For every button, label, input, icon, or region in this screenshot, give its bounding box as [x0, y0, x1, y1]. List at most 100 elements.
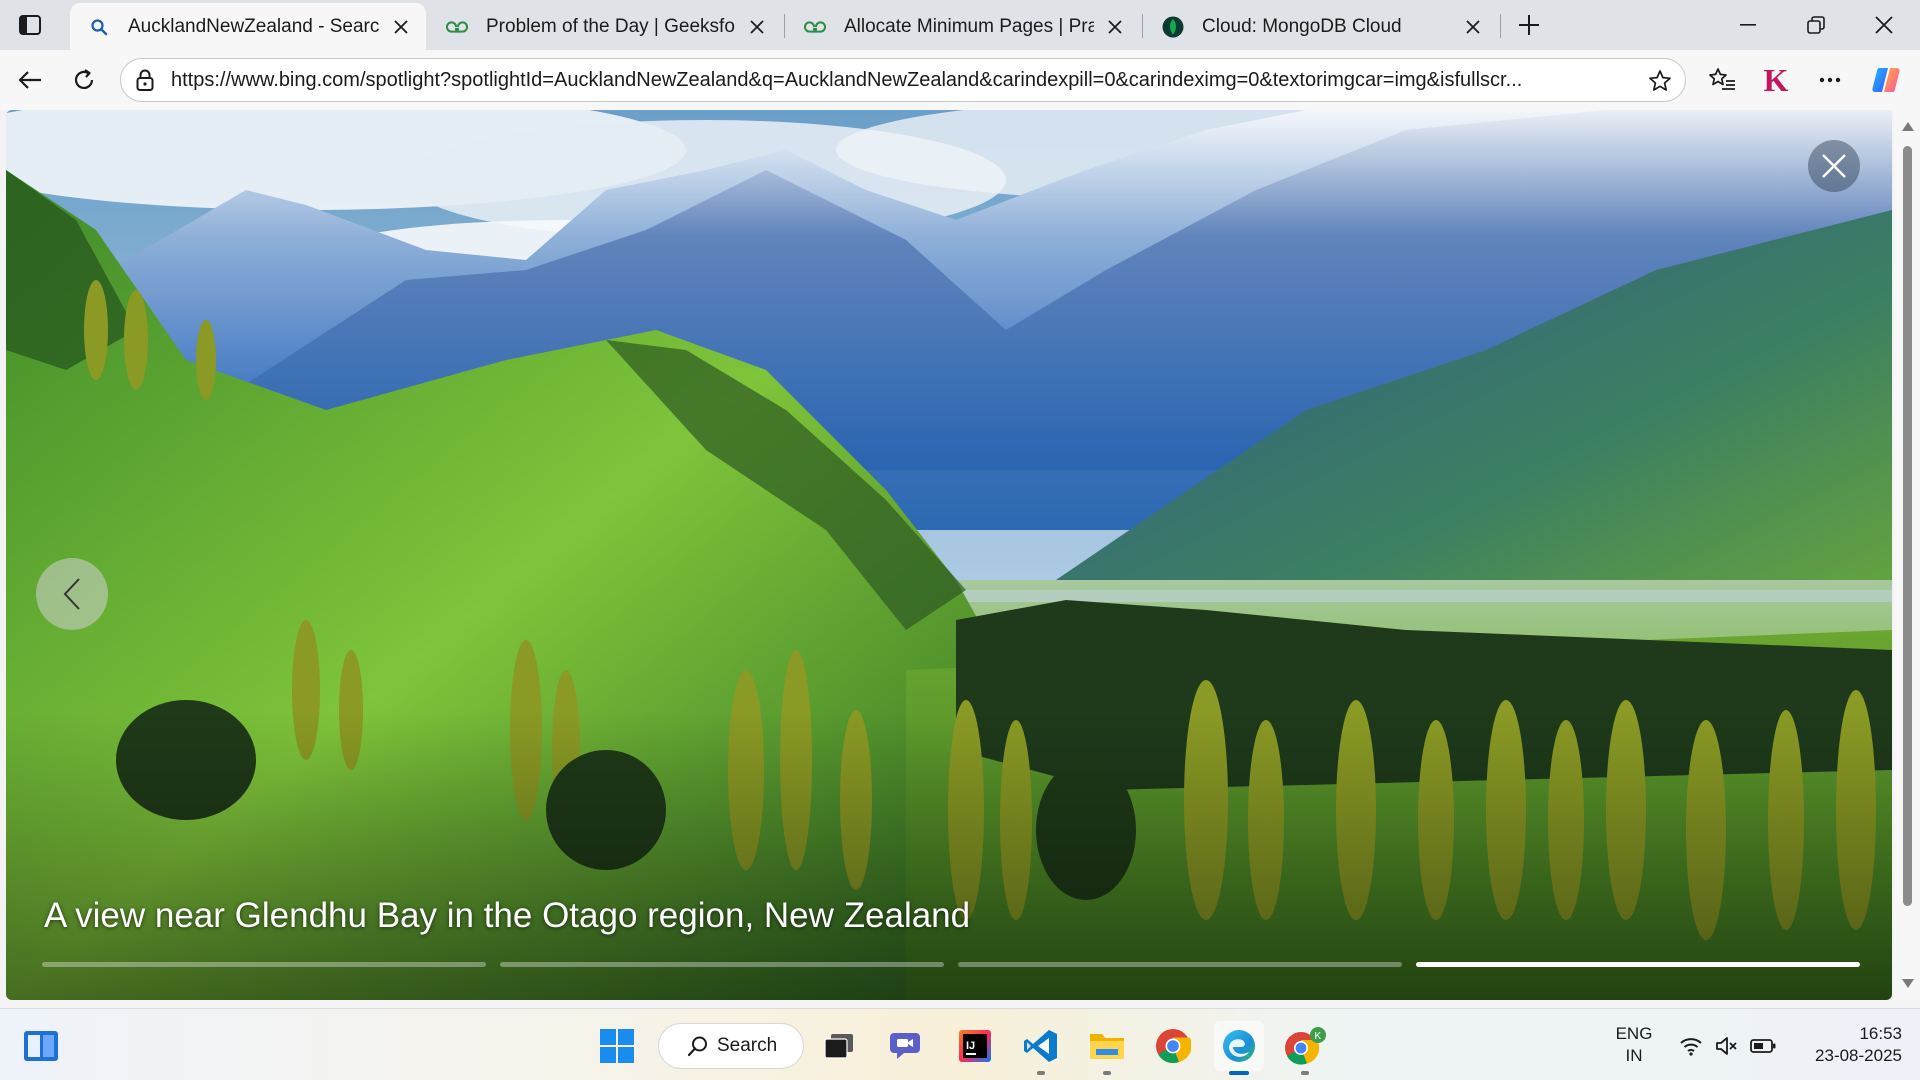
settings-more-button[interactable]	[1810, 60, 1850, 100]
back-button[interactable]	[10, 60, 50, 100]
lock-icon[interactable]	[133, 68, 157, 92]
tab-title: AucklandNewZealand - Search	[128, 15, 380, 37]
browser-toolbar: https://www.bing.com/spotlight?spotlight…	[0, 50, 1920, 110]
restore-button[interactable]	[1786, 4, 1846, 46]
close-slideshow-button[interactable]	[1808, 140, 1860, 192]
vscode-icon	[1024, 1030, 1057, 1062]
geeksforgeeks-icon	[804, 16, 826, 38]
spotlight-viewer: A view near Glendhu Bay in the Otago reg…	[6, 110, 1892, 1000]
clock-date: 23-08-2025	[1815, 1046, 1902, 1065]
tab-mongodb-cloud[interactable]: Cloud: MongoDB Cloud	[1144, 3, 1498, 50]
taskbar-app-task-view[interactable]	[814, 1021, 864, 1071]
tab-bing-search[interactable]: AucklandNewZealand - Search	[70, 3, 426, 50]
mongodb-leaf-icon	[1162, 16, 1184, 38]
refresh-icon	[74, 69, 94, 89]
running-indicator	[1301, 1071, 1309, 1075]
tab-title: Cloud: MongoDB Cloud	[1202, 15, 1402, 37]
taskbar-app-chrome[interactable]	[1148, 1021, 1198, 1071]
language-code: ENG	[1615, 1024, 1653, 1043]
battery-icon[interactable]	[1750, 1033, 1776, 1059]
profile-letter: K	[1763, 62, 1789, 98]
windows-start-icon	[600, 1029, 634, 1063]
svg-text:K: K	[1315, 1031, 1322, 1042]
minimize-icon	[1740, 24, 1756, 26]
arrow-left-icon	[18, 71, 41, 89]
tab-separator	[1142, 14, 1143, 38]
slide-progress-4[interactable]	[1416, 962, 1860, 967]
chrome-icon	[1156, 1029, 1191, 1064]
new-tab-button[interactable]	[1512, 8, 1546, 42]
favorite-star-icon[interactable]	[1647, 68, 1673, 94]
photo-caption: A view near Glendhu Bay in the Otago reg…	[44, 896, 971, 935]
url-text[interactable]: https://www.bing.com/spotlight?spotlight…	[171, 69, 1631, 92]
taskbar-search-label: Search	[717, 1035, 778, 1056]
intellij-idea-icon: IJ	[959, 1030, 991, 1062]
widgets-icon	[24, 1031, 58, 1061]
previous-slide-button[interactable]	[36, 558, 108, 630]
taskbar-app-chrome-profile[interactable]: K	[1280, 1021, 1330, 1075]
plus-icon	[1519, 15, 1539, 35]
taskbar-app-vscode[interactable]	[1016, 1021, 1066, 1075]
active-app-indicator	[1229, 1071, 1249, 1075]
copilot-button[interactable]	[1866, 60, 1906, 100]
page-scrollbar[interactable]	[1894, 110, 1920, 1000]
task-view-icon	[824, 1034, 853, 1059]
scroll-up-icon[interactable]	[1902, 122, 1914, 131]
svg-text:IJ: IJ	[966, 1040, 975, 1052]
speaker-muted-icon[interactable]	[1714, 1033, 1740, 1059]
close-window-button[interactable]	[1854, 4, 1914, 46]
scroll-down-icon[interactable]	[1902, 979, 1914, 988]
minimize-button[interactable]	[1718, 4, 1778, 46]
slide-progress-3[interactable]	[958, 962, 1402, 967]
edge-icon	[1223, 1030, 1255, 1062]
chevron-left-icon	[63, 578, 80, 610]
slide-progress-1[interactable]	[42, 962, 486, 967]
refresh-button[interactable]	[64, 60, 104, 100]
copilot-icon	[1872, 68, 1900, 92]
restore-icon	[1807, 16, 1825, 34]
teams-meet-icon	[890, 1033, 920, 1059]
file-explorer-icon	[1090, 1034, 1124, 1059]
tab-allocate-minimum-pages[interactable]: Allocate Minimum Pages | Practice	[786, 3, 1140, 50]
clock-time: 16:53	[1859, 1024, 1902, 1043]
tab-actions-icon	[19, 15, 41, 35]
running-indicator	[1037, 1071, 1045, 1075]
taskbar-app-intellij[interactable]: IJ	[950, 1021, 1000, 1071]
windows-taskbar: Search IJ K ENG IN 16:53 23-08-2025	[0, 1008, 1920, 1080]
favorites-list-icon	[1709, 68, 1735, 90]
tab-actions-button[interactable]	[10, 9, 50, 41]
taskbar-app-teams[interactable]	[882, 1021, 932, 1071]
taskbar-app-file-explorer[interactable]	[1082, 1021, 1132, 1075]
start-button[interactable]	[592, 1021, 642, 1071]
running-indicator	[1103, 1071, 1111, 1075]
browser-window: AucklandNewZealand - Search Problem of t…	[0, 0, 1920, 1080]
slide-progress-2[interactable]	[500, 962, 944, 967]
slide-progress-fill	[1416, 962, 1860, 967]
tab-separator	[784, 14, 785, 38]
close-tab-icon[interactable]	[746, 16, 768, 38]
widgets-button[interactable]	[16, 1021, 66, 1071]
profile-button[interactable]: K	[1756, 60, 1796, 100]
tab-separator	[1500, 14, 1501, 38]
tab-title: Allocate Minimum Pages | Practice	[844, 15, 1094, 37]
close-icon	[1822, 154, 1846, 178]
search-icon	[88, 16, 110, 38]
close-tab-icon[interactable]	[390, 16, 412, 38]
wifi-icon[interactable]	[1678, 1033, 1704, 1059]
taskbar-app-edge[interactable]	[1214, 1021, 1264, 1075]
address-bar[interactable]: https://www.bing.com/spotlight?spotlight…	[120, 58, 1686, 102]
taskbar-search[interactable]: Search	[658, 1023, 804, 1069]
tab-problem-of-the-day[interactable]: Problem of the Day | GeeksforGeeks	[428, 3, 782, 50]
tab-strip: AucklandNewZealand - Search Problem of t…	[0, 0, 1920, 50]
tab-title: Problem of the Day | GeeksforGeeks	[486, 15, 736, 37]
system-clock[interactable]: 16:53 23-08-2025	[1792, 1023, 1902, 1067]
chrome-profile-icon: K	[1285, 1027, 1326, 1065]
close-tab-icon[interactable]	[1104, 16, 1126, 38]
close-icon	[1875, 16, 1893, 34]
scrollbar-thumb[interactable]	[1903, 146, 1912, 906]
close-tab-icon[interactable]	[1462, 16, 1484, 38]
landscape-photo	[6, 110, 1892, 1000]
favorites-button[interactable]	[1702, 60, 1742, 100]
input-language-indicator[interactable]: ENG IN	[1606, 1023, 1662, 1067]
search-icon	[687, 1036, 707, 1057]
